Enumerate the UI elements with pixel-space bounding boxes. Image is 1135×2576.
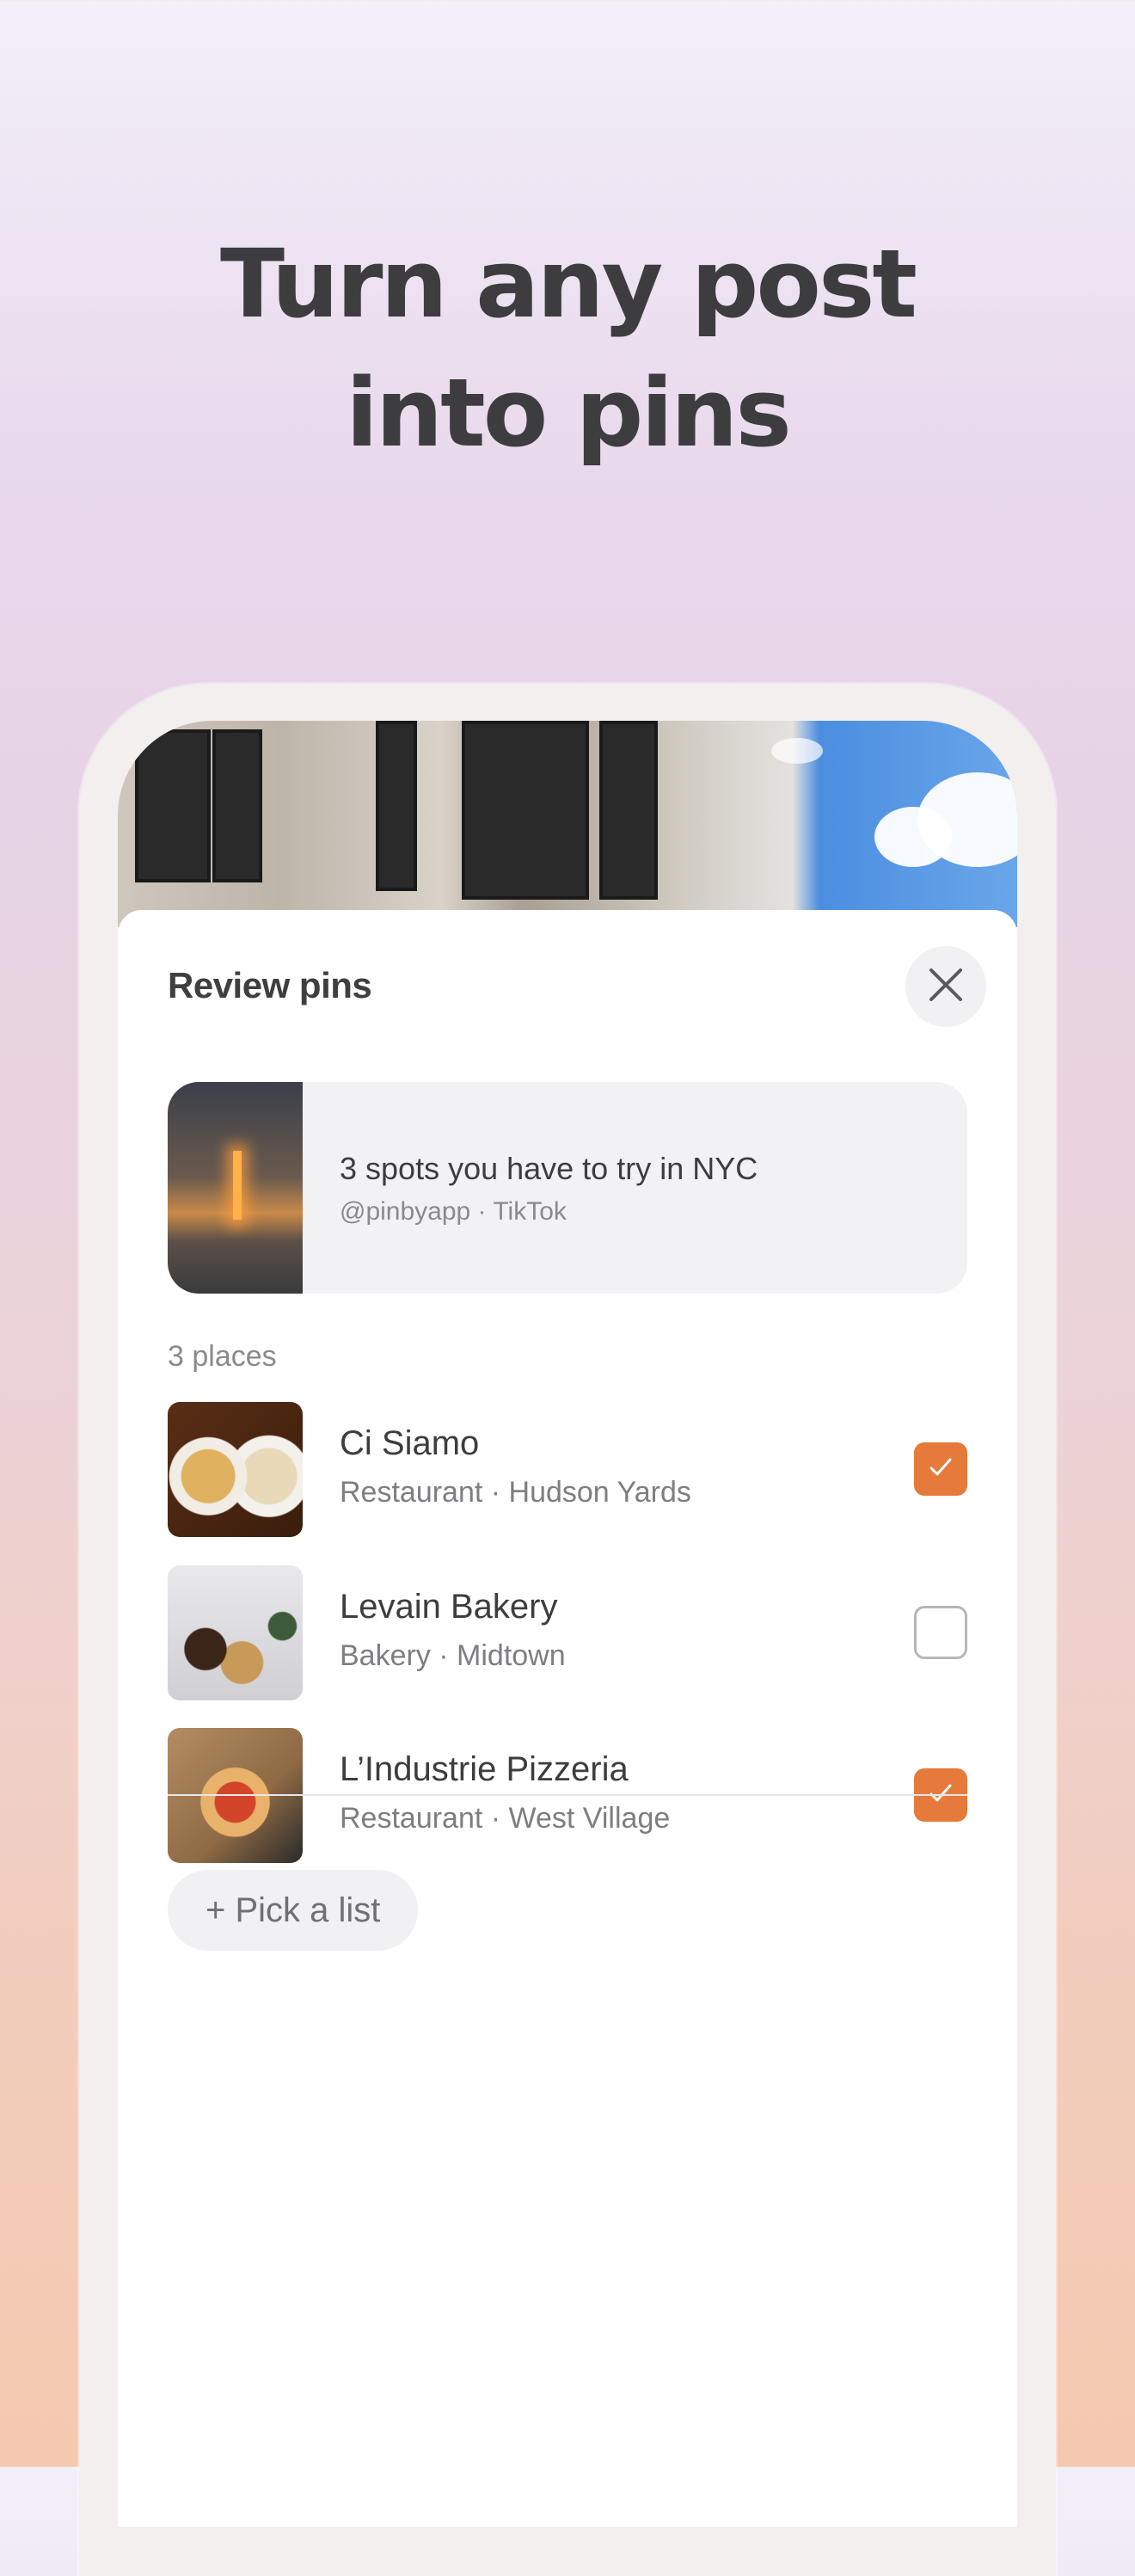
close-button[interactable] (905, 946, 986, 1027)
background-photo (118, 721, 1017, 927)
list-item-levain-bakery[interactable]: Levain Bakery Bakery · Midtown (168, 1565, 967, 1701)
places-count-label: 3 places (168, 1340, 277, 1373)
sheet-title: Review pins (168, 965, 372, 1005)
place-meta: Restaurant · Hudson Yards (340, 1476, 691, 1509)
place-thumbnail (168, 1402, 303, 1537)
headline: Turn any post into pins (0, 219, 1135, 477)
list-item-ci-siamo[interactable]: Ci Siamo Restaurant · Hudson Yards (168, 1402, 967, 1538)
place-meta: Restaurant · West Village (340, 1802, 671, 1835)
review-sheet: Review pins 3 spots you have to try in N… (118, 910, 1017, 2527)
divider (168, 1794, 967, 1796)
checkmark-icon (927, 1454, 954, 1485)
close-icon (928, 967, 964, 1007)
phone-screen: Review pins 3 spots you have to try in N… (118, 721, 1017, 2527)
pick-a-list-button[interactable]: + Pick a list (168, 1870, 419, 1951)
place-meta: Bakery · Midtown (340, 1639, 566, 1672)
place-name: Levain Bakery (340, 1588, 558, 1626)
place-thumbnail (168, 1565, 303, 1700)
post-title: 3 spots you have to try in NYC (340, 1151, 758, 1186)
list-item-lindustrie-pizzeria[interactable]: L’Industrie Pizzeria Restaurant · West V… (168, 1728, 967, 1864)
headline-line-1: Turn any post (219, 229, 917, 339)
place-name: L’Industrie Pizzeria (340, 1750, 629, 1788)
headline-line-2: into pins (346, 358, 792, 468)
place-checkbox[interactable] (914, 1606, 967, 1659)
post-subtitle: @pinbyapp · TikTok (340, 1197, 567, 1226)
place-checkbox[interactable] (914, 1442, 967, 1496)
place-name: Ci Siamo (340, 1424, 480, 1462)
post-thumbnail (168, 1082, 303, 1294)
post-card[interactable]: 3 spots you have to try in NYC @pinbyapp… (168, 1082, 967, 1294)
